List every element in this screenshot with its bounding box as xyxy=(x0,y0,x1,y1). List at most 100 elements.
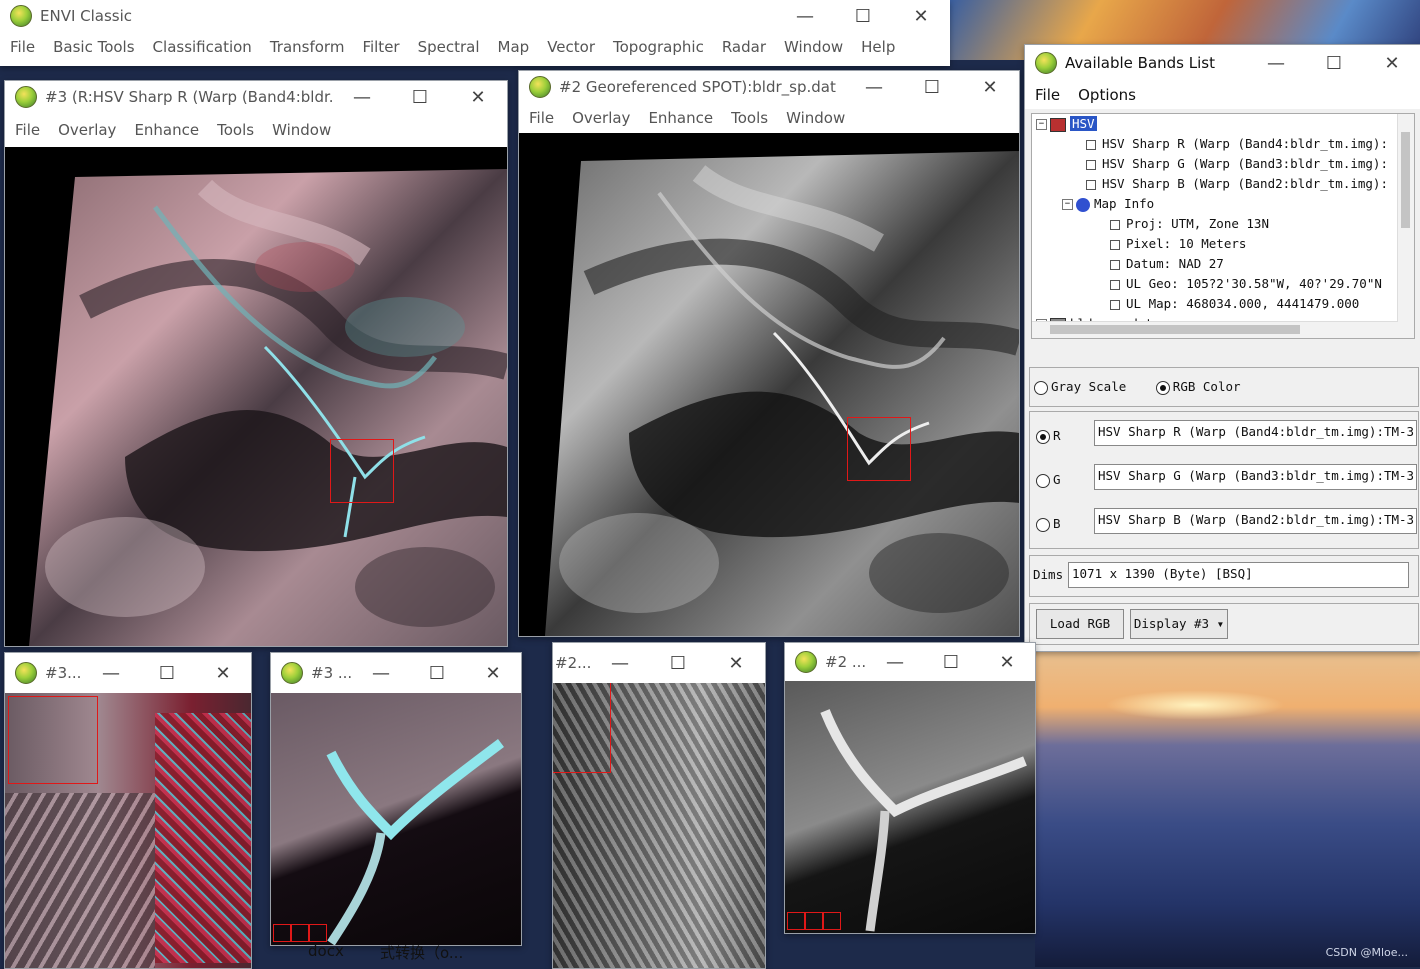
menu-file[interactable]: File xyxy=(529,109,554,127)
rgb-color-option[interactable]: RGB Color xyxy=(1155,379,1241,395)
zoom3-window: #3 ... — ☐ ✕ xyxy=(270,652,522,946)
display-box[interactable] xyxy=(8,696,98,784)
tree-band-b[interactable]: HSV Sharp B (Warp (Band2:bldr_tm.img): xyxy=(1036,174,1414,194)
menu-overlay[interactable]: Overlay xyxy=(572,109,630,127)
menu-overlay[interactable]: Overlay xyxy=(58,121,116,139)
menu-transform[interactable]: Transform xyxy=(270,38,345,56)
channel-r-option[interactable]: R xyxy=(1036,428,1061,444)
channel-g-radio[interactable] xyxy=(1036,473,1050,488)
menu-topographic[interactable]: Topographic xyxy=(613,38,704,56)
menu-vector[interactable]: Vector xyxy=(547,38,595,56)
zoom-box[interactable] xyxy=(330,439,394,503)
close-icon[interactable]: ✕ xyxy=(449,87,507,108)
zoom2-image[interactable] xyxy=(785,681,1035,933)
tree-band-r[interactable]: HSV Sharp R (Warp (Band4:bldr_tm.img): xyxy=(1036,134,1414,154)
display-box[interactable] xyxy=(553,683,611,773)
close-icon[interactable]: ✕ xyxy=(195,663,251,684)
minimize-icon[interactable]: — xyxy=(1247,53,1305,74)
display-select-button[interactable]: Display #3 ▾ xyxy=(1130,609,1228,639)
close-icon[interactable]: ✕ xyxy=(979,652,1035,673)
menu-window[interactable]: Window xyxy=(784,38,843,56)
scroll3-image[interactable] xyxy=(5,693,251,968)
maximize-icon[interactable]: ☐ xyxy=(1305,53,1363,74)
menu-tools[interactable]: Tools xyxy=(731,109,768,127)
channel-g-field[interactable]: HSV Sharp G (Warp (Band3:bldr_tm.img):TM… xyxy=(1094,464,1417,490)
zoom-control-cursor[interactable] xyxy=(823,912,841,930)
menu-basic-tools[interactable]: Basic Tools xyxy=(53,38,134,56)
menu-options[interactable]: Options xyxy=(1078,86,1136,104)
menu-tools[interactable]: Tools xyxy=(217,121,254,139)
maximize-icon[interactable]: ☐ xyxy=(649,653,707,674)
maximize-icon[interactable]: ☐ xyxy=(834,6,892,27)
maximize-icon[interactable]: ☐ xyxy=(139,663,195,684)
channel-r-field[interactable]: HSV Sharp R (Warp (Band4:bldr_tm.img):TM… xyxy=(1094,420,1417,446)
channel-b-field[interactable]: HSV Sharp B (Warp (Band2:bldr_tm.img):TM… xyxy=(1094,508,1417,534)
menu-file[interactable]: File xyxy=(15,121,40,139)
menu-enhance[interactable]: Enhance xyxy=(134,121,199,139)
tree-node-hsv[interactable]: − HSV xyxy=(1036,114,1414,134)
display2-menubar: File Overlay Enhance Tools Window xyxy=(519,103,1019,133)
menu-classification[interactable]: Classification xyxy=(153,38,252,56)
tree-horizontal-scrollbar[interactable] xyxy=(1032,321,1398,338)
zoom-control-cursor[interactable] xyxy=(309,924,327,942)
menu-enhance[interactable]: Enhance xyxy=(648,109,713,127)
channel-b-option[interactable]: B xyxy=(1036,516,1061,532)
zoom-box[interactable] xyxy=(847,417,911,481)
zoom-control-minus[interactable] xyxy=(273,924,291,942)
tree-band-g[interactable]: HSV Sharp G (Warp (Band3:bldr_tm.img): xyxy=(1036,154,1414,174)
gray-scale-option[interactable]: Gray Scale xyxy=(1034,379,1126,395)
minimize-icon[interactable]: — xyxy=(83,663,139,684)
zoom-control-plus[interactable] xyxy=(805,912,823,930)
close-icon[interactable]: ✕ xyxy=(465,663,521,684)
maximize-icon[interactable]: ☐ xyxy=(903,77,961,98)
maximize-icon[interactable]: ☐ xyxy=(923,652,979,673)
channel-g-option[interactable]: G xyxy=(1036,472,1061,488)
collapse-icon[interactable]: − xyxy=(1036,119,1047,130)
minimize-icon[interactable]: — xyxy=(845,77,903,98)
bands-tree: − HSV HSV Sharp R (Warp (Band4:bldr_tm.im… xyxy=(1031,113,1415,339)
zoom-control-minus[interactable] xyxy=(787,912,805,930)
close-icon[interactable]: ✕ xyxy=(707,653,765,674)
taskbar-item[interactable]: docx xyxy=(308,942,344,960)
menu-window[interactable]: Window xyxy=(272,121,331,139)
zoom-control-plus[interactable] xyxy=(291,924,309,942)
scroll2-image[interactable] xyxy=(553,683,765,968)
menu-help[interactable]: Help xyxy=(861,38,895,56)
display3-image[interactable] xyxy=(5,147,507,646)
maximize-icon[interactable]: ☐ xyxy=(391,87,449,108)
minimize-icon[interactable]: — xyxy=(353,663,409,684)
menu-spectral[interactable]: Spectral xyxy=(418,38,480,56)
scroll-thumb[interactable] xyxy=(1050,325,1300,334)
scroll2-titlebar: #2... — ☐ ✕ xyxy=(553,643,765,683)
menu-file[interactable]: File xyxy=(1035,86,1060,104)
display2-image[interactable] xyxy=(519,133,1019,636)
menu-radar[interactable]: Radar xyxy=(722,38,766,56)
channel-b-radio[interactable] xyxy=(1036,517,1050,532)
menu-map[interactable]: Map xyxy=(498,38,530,56)
scroll2-title: #2... xyxy=(555,654,591,672)
map-info-item: Datum: NAD 27 xyxy=(1036,254,1414,274)
tree-node-map-info[interactable]: − Map Info xyxy=(1036,194,1414,214)
scroll-thumb[interactable] xyxy=(1401,132,1410,228)
collapse-icon[interactable]: − xyxy=(1062,199,1073,210)
minimize-icon[interactable]: — xyxy=(333,87,391,108)
gray-scale-radio[interactable] xyxy=(1034,380,1048,395)
channel-r-radio[interactable] xyxy=(1036,429,1050,444)
menu-filter[interactable]: Filter xyxy=(362,38,399,56)
dims-panel: Dims 1071 x 1390 (Byte) [BSQ] xyxy=(1029,555,1419,597)
tree-vertical-scrollbar[interactable] xyxy=(1397,114,1414,338)
close-icon[interactable]: ✕ xyxy=(892,6,950,27)
taskbar-item[interactable]: 式转换（o... xyxy=(380,942,463,963)
load-rgb-button[interactable]: Load RGB xyxy=(1036,609,1124,639)
menu-window[interactable]: Window xyxy=(786,109,845,127)
maximize-icon[interactable]: ☐ xyxy=(409,663,465,684)
rgb-color-radio[interactable] xyxy=(1155,380,1170,395)
tree-root-label[interactable]: HSV xyxy=(1070,116,1097,131)
close-icon[interactable]: ✕ xyxy=(961,77,1019,98)
minimize-icon[interactable]: — xyxy=(591,653,649,674)
menu-file[interactable]: File xyxy=(10,38,35,56)
minimize-icon[interactable]: — xyxy=(867,652,923,673)
zoom3-image[interactable] xyxy=(271,693,521,945)
minimize-icon[interactable]: — xyxy=(776,6,834,27)
close-icon[interactable]: ✕ xyxy=(1363,53,1420,74)
